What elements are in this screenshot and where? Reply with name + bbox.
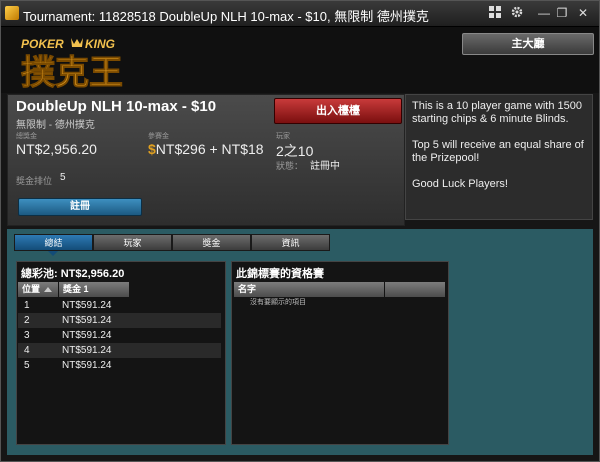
prize-rank-value: 5: [60, 172, 66, 183]
table-row[interactable]: 5 NT$591.24: [18, 358, 221, 373]
poker-king-logo: POKER KING 撲克王: [21, 37, 124, 89]
gear-icon[interactable]: [509, 5, 525, 21]
row-prize: NT$591.24: [62, 315, 112, 326]
row-position: 5: [24, 360, 30, 371]
row-position: 3: [24, 330, 30, 341]
tab-info[interactable]: 資訊: [251, 234, 330, 251]
column-prize[interactable]: 獎金 1: [59, 282, 129, 297]
column-position[interactable]: 位置: [18, 282, 58, 297]
svg-text:KING: KING: [85, 37, 115, 51]
active-tab-indicator: [48, 251, 58, 256]
register-button[interactable]: 註冊: [18, 198, 142, 216]
row-position: 4: [24, 345, 30, 356]
column-spacer: [385, 282, 445, 297]
row-position: 2: [24, 315, 30, 326]
row-position: 1: [24, 300, 30, 311]
svg-text:撲克王: 撲克王: [21, 53, 123, 89]
header: POKER KING 撲克王 主大廳: [1, 27, 599, 93]
buyin-label: 參賽金: [148, 133, 169, 140]
dollar-icon: $: [148, 141, 156, 157]
description-line: Good Luck Players!: [412, 178, 508, 190]
tournament-description: This is a 10 player game with 1500 start…: [405, 94, 593, 220]
tab-players[interactable]: 玩家: [93, 234, 172, 251]
description-line: Top 5 will receive an equal share of the…: [412, 139, 584, 164]
column-position-label: 位置: [22, 284, 41, 294]
status-label: 狀態：: [276, 161, 304, 171]
tab-prizes[interactable]: 獎金: [172, 234, 251, 251]
tournament-name: DoubleUp NLH 10-max - $10: [16, 98, 217, 115]
row-prize: NT$591.24: [62, 300, 112, 311]
pool-total: 總彩池: NT$2,956.20: [21, 268, 125, 280]
players-value: 2之10: [276, 143, 314, 159]
prizepool-label: 總獎金: [16, 133, 37, 140]
minimize-button[interactable]: —: [536, 5, 552, 21]
grid-icon[interactable]: [487, 5, 503, 21]
table-row[interactable]: 4 NT$591.24: [18, 343, 221, 358]
status-value: 註冊中: [310, 161, 340, 172]
qualifiers-pane: 此錦標賽的資格賽 名字 沒有要顯示的項目: [231, 261, 449, 445]
table-row[interactable]: 2 NT$591.24: [18, 313, 221, 328]
table-row[interactable]: 1 NT$591.24: [18, 298, 221, 313]
column-name[interactable]: 名字: [234, 282, 384, 297]
sort-ascending-icon: [44, 287, 53, 293]
tab-summary[interactable]: 總結: [14, 234, 93, 251]
table-row[interactable]: 3 NT$591.24: [18, 328, 221, 343]
summary-pane: 總彩池: NT$2,956.20 位置 獎金 1 1 NT$591.24 2 N…: [16, 261, 226, 445]
tournament-window: Tournament: 11828518 DoubleUp NLH 10-max…: [0, 0, 600, 462]
prize-rank-label: 獎金排位: [16, 176, 53, 186]
description-line: This is a 10 player game with 1500 start…: [412, 100, 582, 125]
tournament-info-panel: DoubleUp NLH 10-max - $10 無限制 - 德州撲克 出入檯…: [7, 94, 405, 226]
buyin-value: NT$296 + NT$18: [155, 141, 264, 157]
row-prize: NT$591.24: [62, 360, 112, 371]
empty-message: 沒有要顯示的項目: [250, 299, 306, 306]
app-icon: [5, 6, 19, 20]
buyin-row: $NT$296 + NT$18: [148, 141, 264, 157]
close-button[interactable]: ✕: [575, 5, 591, 21]
title-bar: Tournament: 11828518 DoubleUp NLH 10-max…: [1, 1, 599, 27]
restore-button[interactable]: ❐: [554, 5, 570, 21]
players-label: 玩家: [276, 133, 290, 140]
svg-text:POKER: POKER: [21, 37, 64, 51]
open-table-button[interactable]: 出入檯檯: [274, 98, 402, 124]
row-prize: NT$591.24: [62, 330, 112, 341]
lobby-button[interactable]: 主大廳: [462, 33, 594, 55]
row-prize: NT$591.24: [62, 345, 112, 356]
prizepool-value: NT$2,956.20: [16, 141, 97, 157]
qualifiers-title: 此錦標賽的資格賽: [236, 268, 324, 280]
game-type: 無限制 - 德州撲克: [16, 120, 95, 131]
window-title: Tournament: 11828518 DoubleUp NLH 10-max…: [23, 9, 429, 24]
